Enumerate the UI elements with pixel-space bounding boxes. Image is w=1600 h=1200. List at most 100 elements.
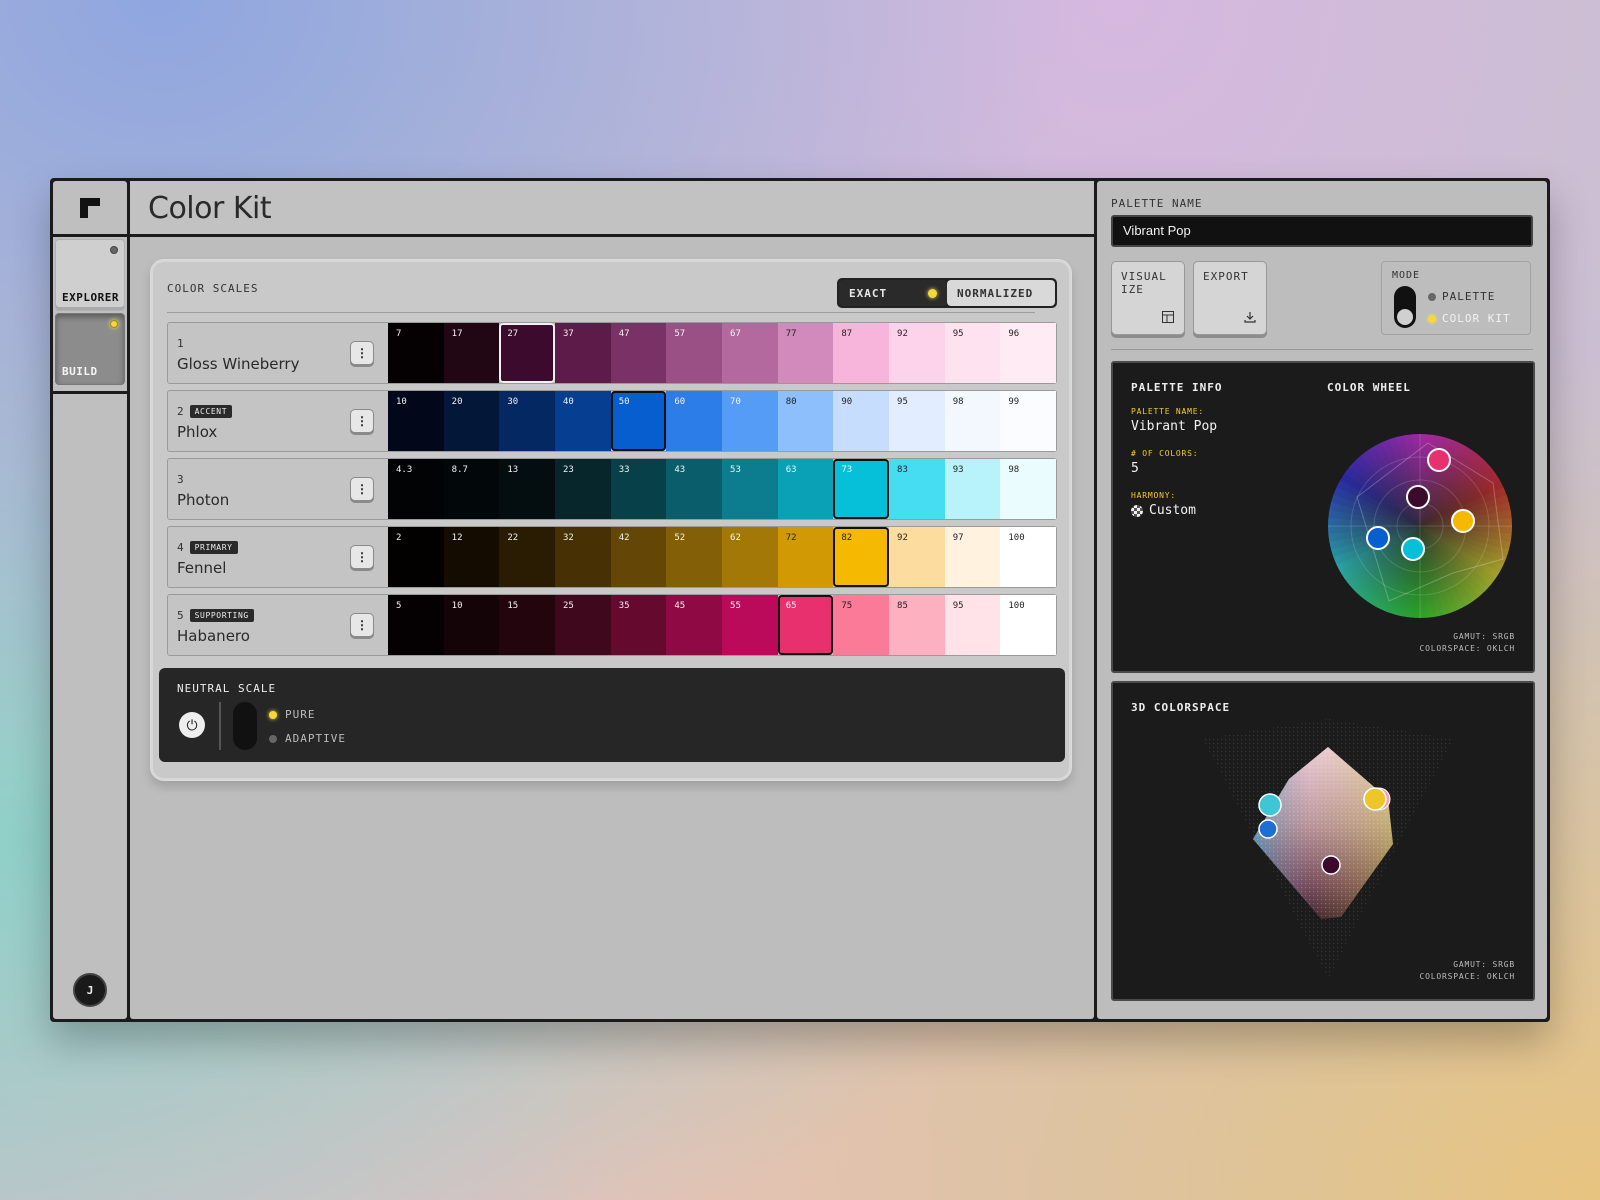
- color-swatch[interactable]: 95: [944, 323, 1001, 383]
- color-swatch[interactable]: 73: [833, 459, 890, 519]
- swatch-step: 55: [730, 601, 741, 611]
- nav-build[interactable]: BUILD: [55, 313, 125, 385]
- power-icon[interactable]: ⏻: [179, 712, 205, 738]
- harmony-value[interactable]: Custom: [1131, 503, 1196, 518]
- color-swatch[interactable]: 45: [666, 595, 723, 655]
- color-swatch[interactable]: 5: [388, 595, 444, 655]
- color-swatch[interactable]: 92: [889, 323, 945, 383]
- avatar[interactable]: J: [73, 973, 107, 1007]
- color-swatch[interactable]: 17: [443, 323, 500, 383]
- color-swatch[interactable]: 100: [1000, 527, 1057, 587]
- neutral-mode-switch[interactable]: [233, 702, 257, 750]
- color-swatch[interactable]: 52: [666, 527, 723, 587]
- swatch-step: 77: [785, 329, 797, 339]
- more-options-icon[interactable]: ⋮: [350, 409, 374, 433]
- color-swatch[interactable]: 65: [777, 595, 834, 655]
- color-swatch[interactable]: 96: [1000, 323, 1057, 383]
- swatch-step: 73: [841, 465, 853, 475]
- color-swatch[interactable]: 12: [443, 527, 500, 587]
- color-swatch[interactable]: 60: [666, 391, 723, 451]
- color-swatch[interactable]: 98: [944, 391, 1001, 451]
- swatch-step: 57: [674, 329, 686, 339]
- color-swatch[interactable]: 33: [610, 459, 667, 519]
- led-icon: [1428, 314, 1436, 323]
- color-swatch[interactable]: 80: [777, 391, 834, 451]
- swatch-step: 2: [396, 533, 402, 543]
- more-options-icon[interactable]: ⋮: [350, 341, 374, 365]
- color-swatch[interactable]: 93: [944, 459, 1001, 519]
- color-swatch[interactable]: 57: [666, 323, 723, 383]
- color-swatch[interactable]: 83: [889, 459, 945, 519]
- color-swatch[interactable]: 7: [388, 323, 444, 383]
- color-swatch[interactable]: 8.7: [443, 459, 500, 519]
- color-swatch[interactable]: 92: [889, 527, 945, 587]
- colorspace-3d-plot[interactable]: [1193, 719, 1463, 979]
- scale-row-label: 2 ACCENT Phlox ⋮: [168, 391, 388, 451]
- color-swatch[interactable]: 99: [1000, 391, 1057, 451]
- option-adaptive[interactable]: ADAPTIVE: [269, 732, 346, 745]
- color-swatch[interactable]: 35: [610, 595, 667, 655]
- color-swatch[interactable]: 25: [555, 595, 611, 655]
- harmony-key: HARMONY:: [1131, 491, 1176, 500]
- color-swatch[interactable]: 42: [610, 527, 667, 587]
- color-swatch[interactable]: 55: [722, 595, 778, 655]
- color-swatch[interactable]: 13: [499, 459, 556, 519]
- color-swatch[interactable]: 32: [555, 527, 611, 587]
- color-swatch[interactable]: 77: [777, 323, 834, 383]
- color-wheel[interactable]: [1325, 431, 1515, 621]
- color-swatch[interactable]: 15: [499, 595, 556, 655]
- mode-option-color-kit[interactable]: COLOR KIT: [1428, 312, 1511, 325]
- scale-row[interactable]: 4 PRIMARY Fennel ⋮ 2 12 22 32 42 52 62 72 82 92 97 100: [167, 526, 1057, 588]
- color-swatch[interactable]: 70: [722, 391, 778, 451]
- mode-option-palette[interactable]: PALETTE: [1428, 290, 1495, 303]
- nav-explorer[interactable]: EXPLORER: [55, 239, 125, 311]
- visualize-button[interactable]: VISUAL IZE: [1111, 261, 1185, 335]
- color-swatch[interactable]: 87: [833, 323, 890, 383]
- normalized-button[interactable]: NORMALIZED: [947, 280, 1055, 306]
- nav-explorer-label: EXPLORER: [62, 291, 119, 304]
- color-swatch[interactable]: 85: [889, 595, 945, 655]
- color-swatch[interactable]: 62: [722, 527, 778, 587]
- color-swatch[interactable]: 53: [722, 459, 778, 519]
- color-swatch[interactable]: 72: [777, 527, 834, 587]
- color-swatch[interactable]: 40: [555, 391, 611, 451]
- color-swatch[interactable]: 97: [944, 527, 1001, 587]
- scale-row[interactable]: 1 Gloss Wineberry ⋮ 7 17 27 37 47 57 67 77 87 92 95 96: [167, 322, 1057, 384]
- color-swatch[interactable]: 75: [833, 595, 890, 655]
- color-swatch[interactable]: 37: [555, 323, 611, 383]
- color-swatch[interactable]: 47: [610, 323, 667, 383]
- option-pure[interactable]: PURE: [269, 708, 316, 721]
- layout-icon: [1162, 311, 1174, 326]
- more-options-icon[interactable]: ⋮: [350, 545, 374, 569]
- color-swatch[interactable]: 98: [1000, 459, 1057, 519]
- color-swatch[interactable]: 100: [1000, 595, 1057, 655]
- export-button[interactable]: EXPORT: [1193, 261, 1267, 335]
- color-swatch[interactable]: 10: [443, 595, 500, 655]
- scale-row[interactable]: 5 SUPPORTING Habanero ⋮ 5 10 15 25 35 45 55 65 75 85 9…: [167, 594, 1057, 656]
- color-swatch[interactable]: 50: [610, 391, 667, 451]
- exact-button[interactable]: EXACT: [839, 280, 947, 306]
- color-swatch[interactable]: 23: [555, 459, 611, 519]
- mode-toggle[interactable]: [1394, 286, 1416, 328]
- page-title: Color Kit: [148, 191, 272, 226]
- color-swatch[interactable]: 10: [388, 391, 444, 451]
- more-options-icon[interactable]: ⋮: [350, 613, 374, 637]
- scale-row[interactable]: 2 ACCENT Phlox ⋮ 10 20 30 40 50 60 70 80 90 95 98 99: [167, 390, 1057, 452]
- color-swatch[interactable]: 4.3: [388, 459, 444, 519]
- palette-name-input[interactable]: Vibrant Pop: [1111, 215, 1533, 247]
- more-options-icon[interactable]: ⋮: [350, 477, 374, 501]
- color-swatch[interactable]: 20: [443, 391, 500, 451]
- color-swatch[interactable]: 2: [388, 527, 444, 587]
- color-swatch[interactable]: 95: [944, 595, 1001, 655]
- color-count-value: 5: [1131, 461, 1139, 476]
- color-swatch[interactable]: 63: [777, 459, 834, 519]
- color-swatch[interactable]: 95: [889, 391, 945, 451]
- color-swatch[interactable]: 27: [499, 323, 556, 383]
- color-swatch[interactable]: 90: [833, 391, 890, 451]
- scale-row[interactable]: 3 Photon ⋮ 4.3 8.7 13 23 33 43 53 63 73 83 93 98: [167, 458, 1057, 520]
- color-swatch[interactable]: 22: [499, 527, 556, 587]
- color-swatch[interactable]: 43: [666, 459, 723, 519]
- color-swatch[interactable]: 67: [722, 323, 778, 383]
- color-swatch[interactable]: 82: [833, 527, 890, 587]
- color-swatch[interactable]: 30: [499, 391, 556, 451]
